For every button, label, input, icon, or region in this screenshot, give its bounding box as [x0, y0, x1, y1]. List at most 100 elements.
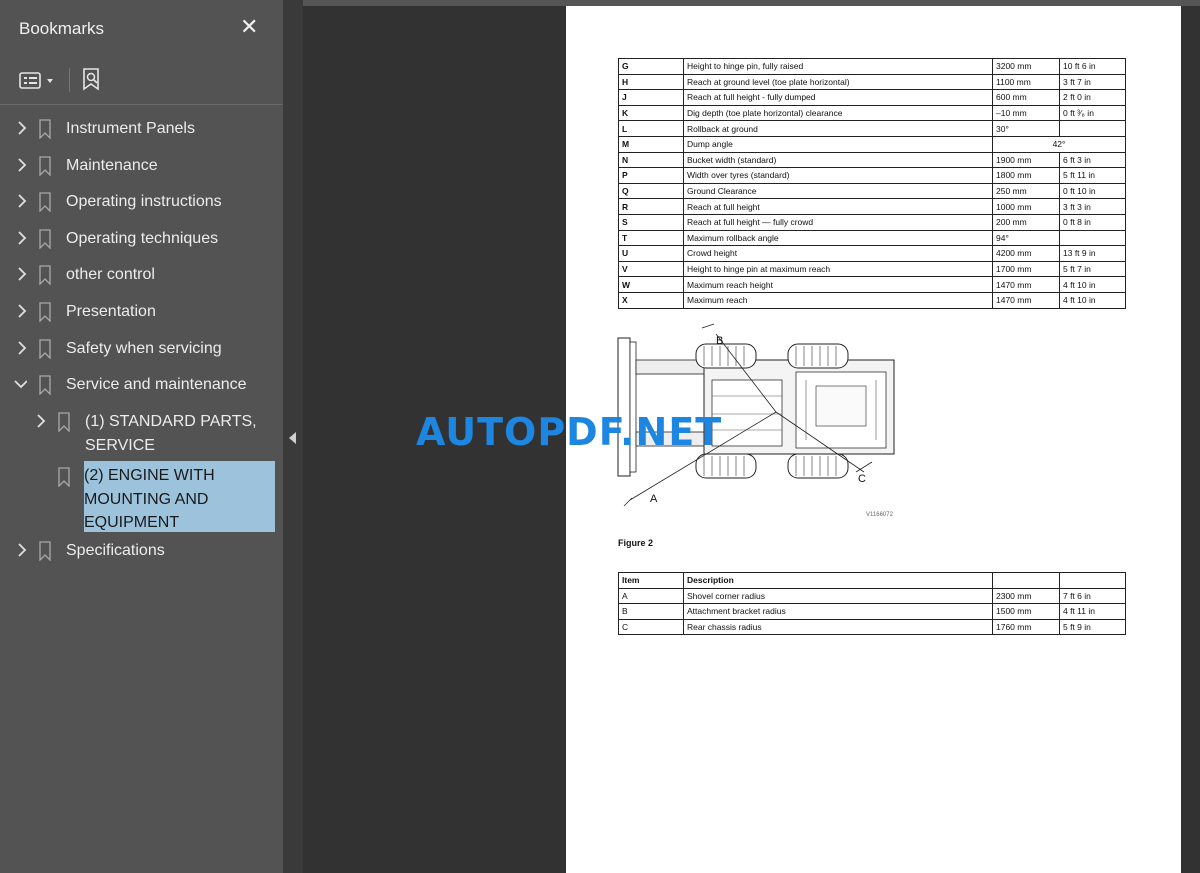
table-cell: 5 ft 11 in [1059, 167, 1126, 184]
table-cell: 1900 mm [992, 151, 1060, 169]
table-cell: Rollback at ground [683, 120, 993, 137]
chevron-right-icon[interactable] [15, 541, 29, 559]
table-cell: 3 ft 7 in [1059, 73, 1126, 91]
spec-table: G Height to hinge pin, fully raised 3200 m… [618, 58, 1126, 309]
table-cell: 7 ft 6 in [1059, 587, 1126, 605]
bookmark-item-operating-instructions[interactable]: Operating instructions [0, 186, 283, 218]
table-cell: 3 ft 3 in [1059, 198, 1126, 215]
table-cell: 94° [992, 229, 1060, 247]
table-row: L Rollback at ground 30° [618, 120, 1126, 137]
table-cell: 200 mm [992, 213, 1060, 231]
chevron-right-icon[interactable] [15, 229, 29, 247]
table-cell: Maximum reach [683, 291, 993, 309]
table-cell: W [618, 276, 684, 293]
figure-caption: Figure 2 [618, 538, 654, 548]
table-cell: Dig depth (toe plate horizontal) clearan… [683, 104, 993, 122]
bookmark-item-instrument-panels[interactable]: Instrument Panels [0, 113, 283, 145]
chevron-right-icon[interactable] [15, 119, 29, 137]
table-row: P Width over tyres (standard) 1800 mm 5 ft … [618, 167, 1126, 184]
table-cell: 2300 mm [992, 587, 1060, 605]
table-cell: 4 ft 11 in [1059, 603, 1126, 620]
table-cell: Reach at full height [683, 198, 993, 215]
table-row: W Maximum reach height 1470 mm 4 ft 10 in [618, 276, 1126, 293]
bookmark-label: Instrument Panels [66, 120, 195, 137]
table-cell: Attachment bracket radius [683, 603, 993, 620]
table-cell: 1100 mm [992, 73, 1060, 91]
find-bookmark-icon [83, 68, 99, 91]
table-cell: Shovel corner radius [683, 587, 993, 605]
table-cell: Reach at full height - fully dumped [683, 89, 993, 106]
figure-label-a: A [650, 493, 658, 505]
collapse-panel-icon[interactable] [289, 432, 296, 444]
table-cell: T [618, 229, 684, 247]
bookmark-icon [39, 375, 51, 395]
table-cell: Rear chassis radius [683, 618, 993, 636]
bookmark-label: Presentation [66, 303, 156, 320]
bookmark-item-engine-selected[interactable]: (2) ENGINE WITH MOUNTING AND EQUIPMENT [84, 461, 275, 532]
radius-table: Item Description A Shovel corner radius 2300… [618, 572, 1126, 636]
table-cell: 1470 mm [992, 276, 1060, 293]
table-cell: Reach at ground level (toe plate horizon… [683, 73, 993, 91]
table-cell: Height to hinge pin at maximum reach [683, 260, 993, 278]
table-row: B Attachment bracket radius 1500 mm 4 ft 11… [618, 603, 1126, 620]
table-cell: 1800 mm [992, 167, 1060, 184]
table-cell: L [618, 120, 684, 137]
find-bookmark-button[interactable] [80, 66, 106, 94]
table-cell: N [618, 151, 684, 169]
table-cell: G [618, 58, 684, 75]
bookmark-item-standard-parts[interactable]: (1) STANDARD PARTS, SERVICE [0, 406, 283, 458]
table-cell: P [618, 167, 684, 184]
table-cell: 0 ft 10 in [1059, 182, 1126, 200]
bookmark-item-service-and-maintenance[interactable]: Service and maintenance [0, 369, 283, 401]
chevron-right-icon[interactable] [15, 302, 29, 320]
chevron-down-icon[interactable] [13, 375, 27, 393]
bookmark-icon [58, 467, 70, 487]
bookmark-label: Service and maintenance [66, 376, 247, 393]
table-cell: 4 ft 10 in [1059, 276, 1126, 293]
bookmarks-toolbar [0, 58, 283, 105]
bookmark-icon [39, 119, 51, 139]
close-icon[interactable]: ✕ [240, 14, 258, 40]
table-cell: 4200 mm [992, 245, 1060, 262]
chevron-right-icon[interactable] [15, 156, 29, 174]
table-cell: 5 ft 7 in [1059, 260, 1126, 278]
table-cell: Q [618, 182, 684, 200]
table-header-row: Item Description [618, 572, 1126, 589]
bookmark-item-specifications[interactable]: Specifications [0, 535, 283, 567]
table-cell: Maximum reach height [683, 276, 993, 293]
table-row: Q Ground Clearance 250 mm 0 ft 10 in [618, 182, 1126, 200]
table-cell: 250 mm [992, 182, 1060, 200]
bookmark-item-other-control[interactable]: other control [0, 259, 283, 291]
chevron-right-icon[interactable] [15, 265, 29, 283]
table-cell: 1700 mm [992, 260, 1060, 278]
table-row: T Maximum rollback angle 94° [618, 229, 1126, 247]
table-cell: Bucket width (standard) [683, 151, 993, 169]
chevron-right-icon[interactable] [34, 412, 48, 430]
bookmark-options-button[interactable] [18, 66, 58, 94]
bookmarks-panel: Bookmarks ✕ Instrument Panels Maintenanc… [0, 0, 283, 873]
table-row: S Reach at full height — fully crowd 200 m… [618, 213, 1126, 231]
table-cell: 5 ft 9 in [1059, 618, 1126, 636]
table-cell: 30° [992, 120, 1060, 137]
bookmark-icon [39, 156, 51, 176]
table-cell: 1470 mm [992, 291, 1060, 309]
bookmark-item-presentation[interactable]: Presentation [0, 296, 283, 328]
table-cell: U [618, 245, 684, 262]
bookmark-label: Operating instructions [66, 193, 222, 210]
table-cell: 1000 mm [992, 198, 1060, 215]
bookmark-item-operating-techniques[interactable]: Operating techniques [0, 223, 283, 255]
figure-label-b: B [716, 335, 723, 347]
table-cell: X [618, 291, 684, 309]
figure-label-c: C [858, 473, 866, 485]
chevron-right-icon[interactable] [15, 339, 29, 357]
bookmark-item-maintenance[interactable]: Maintenance [0, 150, 283, 182]
table-cell: 1500 mm [992, 603, 1060, 620]
figure-code: V1166072 [866, 512, 894, 518]
bookmark-icon [39, 192, 51, 212]
table-cell: A [618, 587, 684, 605]
chevron-right-icon[interactable] [15, 192, 29, 210]
table-cell [1059, 120, 1126, 137]
table-cell: 13 ft 9 in [1059, 245, 1126, 262]
bookmark-icon [39, 229, 51, 249]
bookmark-item-safety-when-servicing[interactable]: Safety when servicing [0, 333, 283, 365]
